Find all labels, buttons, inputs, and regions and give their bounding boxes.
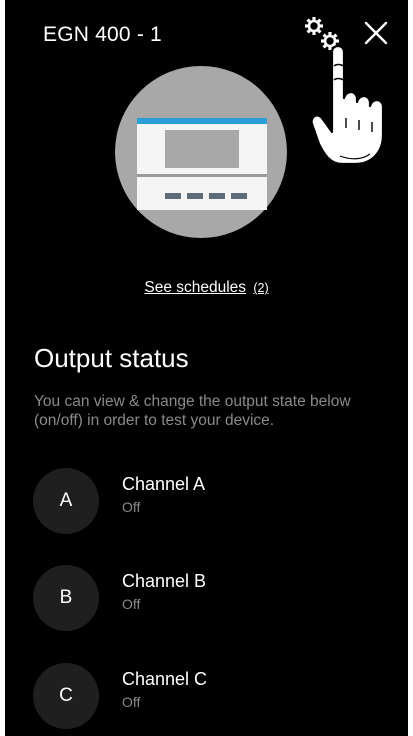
channel-name: Channel B	[122, 571, 207, 591]
channel-state: Off	[122, 499, 141, 515]
channel-avatar: B	[33, 565, 99, 631]
see-schedules-link[interactable]: See schedules (2)	[5, 279, 408, 297]
device-title: EGN 400 - 1	[43, 23, 162, 46]
channel-avatar: A	[33, 468, 99, 534]
output-status-description: You can view & change the output state b…	[34, 393, 351, 429]
screen: EGN 400 - 1 See schedules (2) Output sta…	[5, 0, 408, 736]
channel-state: Off	[122, 596, 141, 612]
channel-row-a[interactable]: A Channel A Off	[5, 468, 408, 542]
device-illustration	[115, 66, 287, 238]
output-status-title: Output status	[34, 343, 189, 373]
pointing-hand-icon	[310, 44, 385, 166]
channel-name: Channel A	[122, 474, 206, 494]
see-schedules-label: See schedules	[144, 279, 247, 296]
channel-name: Channel C	[122, 669, 208, 689]
schedules-count: (2)	[253, 281, 269, 295]
channel-state: Off	[122, 694, 141, 710]
channel-row-c[interactable]: C Channel C Off	[5, 663, 408, 736]
channel-row-b[interactable]: B Channel B Off	[5, 565, 408, 639]
channel-avatar: C	[33, 663, 99, 729]
